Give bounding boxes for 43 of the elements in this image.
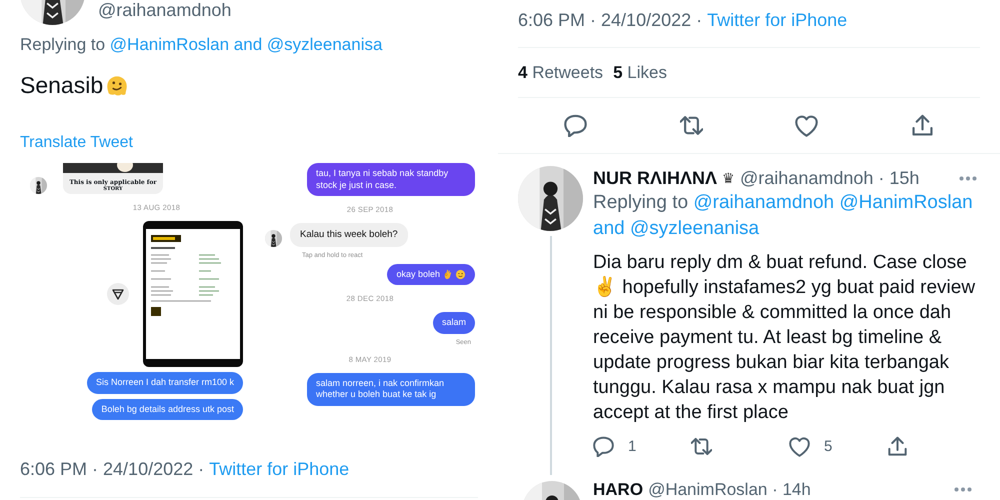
reply-icon[interactable] (564, 114, 588, 137)
source-link[interactable]: Twitter for iPhone (707, 10, 848, 30)
message-bubble: salam (432, 312, 475, 334)
retweet-icon[interactable] (691, 436, 712, 456)
message-bubble: salam norreen, i nak confirmkan whether u boleh buat ke tak ig (307, 372, 475, 406)
reply-icon[interactable] (593, 436, 614, 456)
share-icon[interactable] (910, 114, 934, 137)
replying-line: Replying to @HanimRoslan and @syzleenanisa (20, 35, 384, 55)
share-icon[interactable] (887, 436, 908, 456)
stat-link[interactable]: 5 Likes (613, 62, 667, 82)
heart-icon[interactable] (795, 114, 818, 137)
mention-link[interactable]: @raihanamdnoh (693, 192, 834, 213)
wink-face-icon (455, 268, 466, 280)
like-count: 5 (824, 438, 832, 454)
user-handle: @raihanamdnoh · 15h (740, 168, 920, 188)
heart-icon[interactable] (789, 436, 810, 456)
tweet-text: Senasib (20, 71, 104, 100)
tweet-timestamp: 6:06 PM · 24/10/2022 · Twitter for iPhone (20, 458, 350, 480)
translate-link[interactable]: Translate Tweet (20, 133, 133, 153)
message-bubble: tau, I tanya ni sebab nak standby stock je just in case. (307, 163, 475, 196)
reply-count: 1 (628, 438, 636, 454)
source-link[interactable]: Twitter for iPhone (209, 459, 350, 479)
message-bubble: okay boleh (387, 264, 475, 285)
user-name: NUR RΛIHΛNΛ (593, 168, 718, 188)
tweet-timestamp: 6:06 PM · 24/10/2022 · Twitter for iPhone (518, 0, 980, 48)
mention-link[interactable]: @HanimRoslan and @syzleenanisa (110, 35, 382, 54)
mention-link[interactable]: @HanimRoslan (839, 192, 973, 213)
tweet-text: Dia baru reply dm & buat refund. Case close ✌ hopefully instafames2 yg buat paid review ni be responsible & committed la once dah receive payment tu. At least bg timeline & update progress bukan biar kita terbangak tunggu. Kalau rasa x mampu nak buat jgn accept at the first place (593, 251, 976, 425)
hand-icon (442, 268, 453, 280)
user-handle: @raihanamdnoh (98, 0, 232, 20)
message-bubble: Kalau this week boleh? (290, 223, 408, 246)
more-icon[interactable] (954, 487, 972, 492)
retweet-icon[interactable] (680, 114, 703, 137)
stat-link[interactable]: 4 Retweets (518, 62, 604, 82)
message-bubble: Boleh bg details address utk post (92, 398, 243, 420)
message-bubble: Sis Norreen I dah transfer rm100 k (86, 372, 243, 394)
send-icon[interactable] (107, 283, 129, 305)
more-icon[interactable] (959, 176, 977, 180)
crown-symbol: ♛ (722, 170, 736, 186)
mention-link[interactable]: and @syzleenanisa (593, 218, 760, 239)
user-handle: @HanimRoslan · 14h (648, 481, 811, 499)
replying-line: Replying to @raihanamdnoh @HanimRoslan and @syzleenanisa (593, 191, 974, 241)
user-name: HARO (593, 481, 644, 499)
